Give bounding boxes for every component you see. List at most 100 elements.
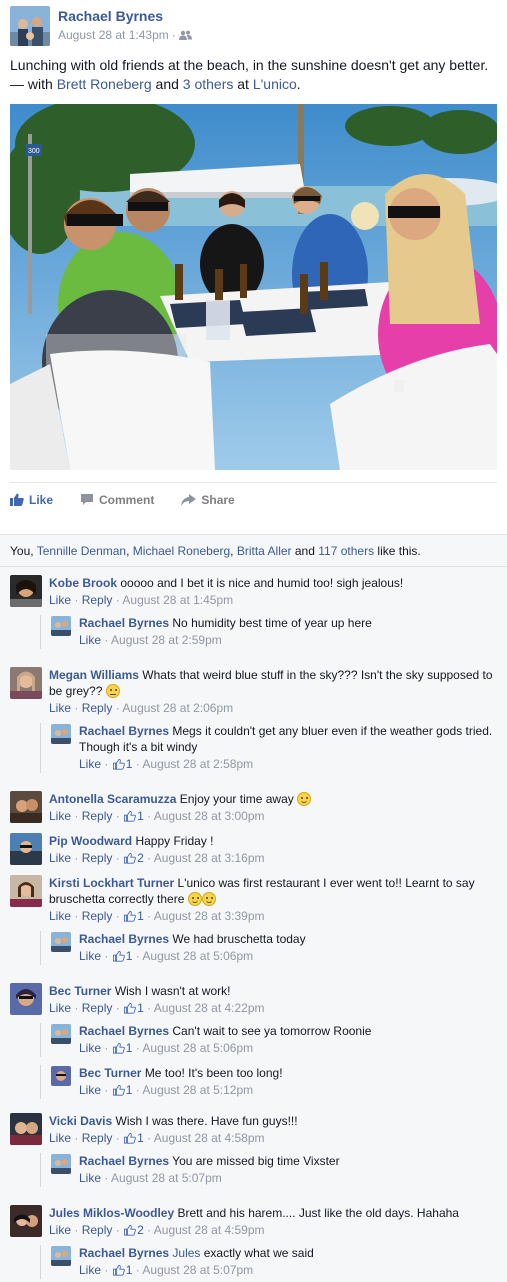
comment-like-count[interactable]: 1 <box>137 1001 144 1015</box>
commenter-avatar[interactable] <box>51 1154 71 1174</box>
post-timestamp[interactable]: August 28 at 1:43pm <box>58 28 169 42</box>
comment-like-count[interactable]: 1 <box>137 909 144 923</box>
comment-like-count[interactable]: 1 <box>126 1083 133 1097</box>
post-photo[interactable]: 300 <box>10 104 497 470</box>
share-button[interactable]: Share <box>181 493 235 507</box>
commenter-avatar[interactable] <box>10 1113 42 1145</box>
comment-time[interactable]: August 28 at 2:06pm <box>122 701 233 715</box>
comment-time[interactable]: August 28 at 5:06pm <box>142 949 253 963</box>
separator: · <box>104 757 109 771</box>
comment-time[interactable]: August 28 at 5:06pm <box>142 1041 253 1055</box>
comment-time[interactable]: August 28 at 5:07pm <box>111 1171 222 1185</box>
commenter-avatar[interactable] <box>51 1066 71 1086</box>
comment-author[interactable]: Rachael Byrnes <box>79 616 169 630</box>
liker-link[interactable]: Michael Roneberg <box>133 544 230 558</box>
commenter-avatar[interactable] <box>51 1246 71 1266</box>
comment-author[interactable]: Rachael Byrnes <box>79 724 169 738</box>
commenter-avatar[interactable] <box>10 983 42 1015</box>
author-avatar[interactable] <box>10 6 50 46</box>
commenter-avatar[interactable] <box>51 1024 71 1044</box>
comment-like-count[interactable]: 1 <box>126 1041 133 1055</box>
comment-reply-link[interactable]: Reply <box>82 593 113 607</box>
comment-like-link[interactable]: Like <box>79 1083 101 1097</box>
comment-time[interactable]: August 28 at 3:39pm <box>154 909 265 923</box>
comment-like-link[interactable]: Like <box>79 949 101 963</box>
comment-button[interactable]: Comment <box>80 493 154 507</box>
comment-like-count[interactable]: 1 <box>137 1131 144 1145</box>
comment-like-link[interactable]: Like <box>79 1263 101 1277</box>
commenter-avatar[interactable] <box>10 1205 42 1237</box>
commenter-avatar[interactable] <box>51 724 71 744</box>
comment-like-link[interactable]: Like <box>49 1001 71 1015</box>
friends-icon[interactable] <box>178 30 192 40</box>
comment-time[interactable]: August 28 at 2:58pm <box>142 757 253 771</box>
comment-reply-link[interactable]: Reply <box>82 809 113 823</box>
comment-author[interactable]: Bec Turner <box>79 1066 141 1080</box>
comment-author[interactable]: Jules Miklos-Woodley <box>49 1206 174 1220</box>
comment-like-link[interactable]: Like <box>79 757 101 771</box>
comment-like-link[interactable]: Like <box>49 1131 71 1145</box>
comment-time[interactable]: August 28 at 2:59pm <box>111 633 222 647</box>
commenter-avatar[interactable] <box>51 932 71 952</box>
comment-time[interactable]: August 28 at 1:45pm <box>122 593 233 607</box>
comment-time[interactable]: August 28 at 5:12pm <box>142 1083 253 1097</box>
comment-time[interactable]: August 28 at 3:00pm <box>154 809 265 823</box>
comment-like-link[interactable]: Like <box>49 809 71 823</box>
commenter-avatar[interactable] <box>10 575 42 607</box>
tagged-friend-link[interactable]: Brett Roneberg <box>57 76 152 92</box>
comment-reply-link[interactable]: Reply <box>82 851 113 865</box>
comment-time[interactable]: August 28 at 4:59pm <box>154 1223 265 1237</box>
comment-text: Enjoy your time away <box>179 792 294 806</box>
comment-like-count[interactable]: 1 <box>126 949 133 963</box>
author-name[interactable]: Rachael Byrnes <box>58 8 192 24</box>
comment-like-link[interactable]: Like <box>79 1041 101 1055</box>
comment-author[interactable]: Megan Williams <box>49 668 139 682</box>
comment-author[interactable]: Rachael Byrnes <box>79 1246 169 1260</box>
comment-reply-link[interactable]: Reply <box>82 909 113 923</box>
comment-author[interactable]: Kobe Brook <box>49 576 117 590</box>
comment-like-count[interactable]: 1 <box>137 809 144 823</box>
comment-author[interactable]: Pip Woodward <box>49 834 132 848</box>
comment-reply-link[interactable]: Reply <box>82 1223 113 1237</box>
comment-like-link[interactable]: Like <box>79 633 101 647</box>
comment-like-link[interactable]: Like <box>49 1223 71 1237</box>
commenter-avatar[interactable] <box>51 616 71 636</box>
comment-author[interactable]: Antonella Scaramuzza <box>49 792 176 806</box>
liker-link[interactable]: Britta Aller <box>237 544 292 558</box>
comment-like-count[interactable]: 1 <box>126 757 133 771</box>
comment-time[interactable]: August 28 at 4:22pm <box>154 1001 265 1015</box>
likes-others-link[interactable]: 117 others <box>318 544 374 558</box>
commenter-avatar[interactable] <box>10 667 42 699</box>
comment-reply-link[interactable]: Reply <box>82 1131 113 1145</box>
comment-author[interactable]: Bec Turner <box>49 984 111 998</box>
commenter-avatar[interactable] <box>10 791 42 823</box>
commenter-avatar[interactable] <box>10 875 42 907</box>
comment-author[interactable]: Rachael Byrnes <box>79 932 169 946</box>
comment-like-link[interactable]: Like <box>49 851 71 865</box>
comment-author[interactable]: Rachael Byrnes <box>79 1024 169 1038</box>
comment-like-link[interactable]: Like <box>49 701 71 715</box>
comment-author[interactable]: Rachael Byrnes <box>79 1154 169 1168</box>
comment-text: No humidity best time of year up here <box>172 616 372 630</box>
comment-author[interactable]: Vicki Davis <box>49 1114 112 1128</box>
comment-reply-link[interactable]: Reply <box>82 701 113 715</box>
comment-like-link[interactable]: Like <box>49 593 71 607</box>
comment-like-link[interactable]: Like <box>49 909 71 923</box>
tagged-others-link[interactable]: 3 others <box>183 76 234 92</box>
mention-link[interactable]: Jules <box>172 1246 200 1260</box>
likes-summary: You, Tennille Denman, Michael Roneberg, … <box>0 535 507 567</box>
comment-time[interactable]: August 28 at 4:58pm <box>154 1131 265 1145</box>
status-text: Lunching with old friends at the beach, … <box>10 57 489 73</box>
commenter-avatar[interactable] <box>10 833 42 865</box>
comment-like-count[interactable]: 2 <box>137 1223 144 1237</box>
liker-link[interactable]: Tennille Denman <box>37 544 126 558</box>
comment-reply-link[interactable]: Reply <box>82 1001 113 1015</box>
comment-like-link[interactable]: Like <box>79 1171 101 1185</box>
like-button[interactable]: Like <box>10 493 53 507</box>
comment-time[interactable]: August 28 at 5:07pm <box>142 1263 253 1277</box>
comment-time[interactable]: August 28 at 3:16pm <box>154 851 265 865</box>
comment-like-count[interactable]: 2 <box>137 851 144 865</box>
comment-author[interactable]: Kirsti Lockhart Turner <box>49 876 174 890</box>
place-link[interactable]: L'unico <box>253 76 297 92</box>
comment-like-count[interactable]: 1 <box>126 1263 133 1277</box>
